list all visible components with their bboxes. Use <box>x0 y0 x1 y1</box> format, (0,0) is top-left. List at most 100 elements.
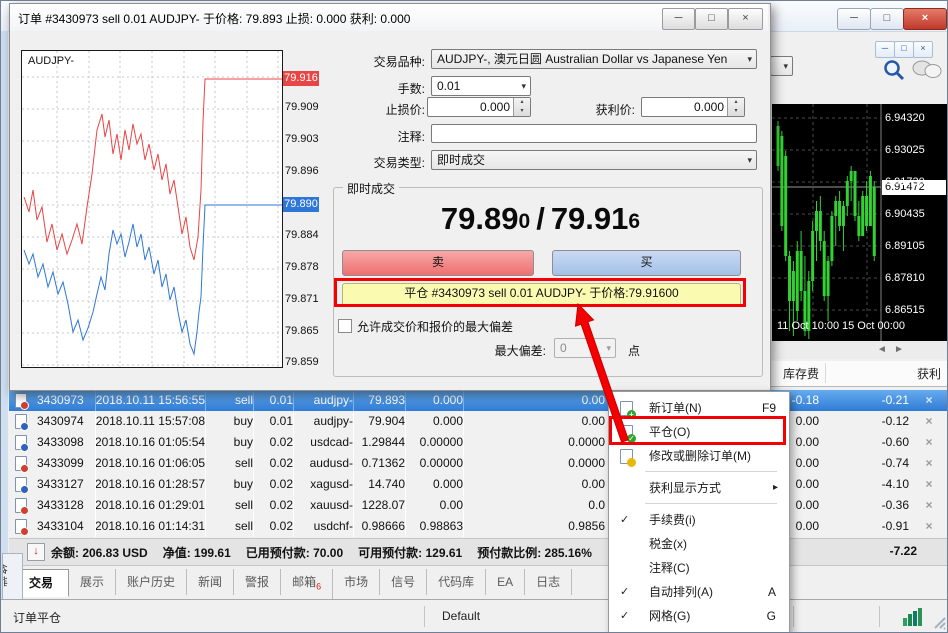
chart-hscrollbar[interactable]: ◄ ► <box>772 341 948 360</box>
close-order-icon[interactable]: × <box>917 414 941 430</box>
spin-down-icon[interactable]: ▾ <box>728 107 744 116</box>
spin-up-icon[interactable]: ▴ <box>514 98 530 107</box>
resize-grip[interactable] <box>933 616 947 632</box>
main-close-button[interactable]: × <box>903 8 947 30</box>
table-row[interactable]: 34331272018.10.16 01:28:57buy0.02xagusd-… <box>9 474 948 495</box>
menu-item-label: 税金(x) <box>649 532 687 556</box>
cell-profit: -0.12 <box>821 414 909 430</box>
table-row[interactable]: 34309742018.10.11 15:57:08buy0.01audjpy-… <box>9 411 948 432</box>
cell-symbol: audjpy- <box>295 393 353 409</box>
tab-警报[interactable]: 警报 <box>234 569 281 595</box>
close-icon: × <box>742 12 748 24</box>
close-order-icon[interactable]: × <box>917 393 941 409</box>
close-order-icon[interactable]: × <box>917 498 941 514</box>
buy-button[interactable]: 买 <box>552 250 741 276</box>
check-icon: ✓ <box>620 580 629 604</box>
comment-input[interactable] <box>431 124 757 143</box>
tab-展示[interactable]: 展示 <box>69 569 116 595</box>
menu-item[interactable]: ✓网格(G)G <box>610 604 788 628</box>
chart-restore-button[interactable]: □ <box>894 41 914 58</box>
deviation-checkbox[interactable] <box>338 319 352 333</box>
axis-tick-label: 79.865 <box>285 325 325 338</box>
cell-sl: 0.00000 <box>407 456 463 472</box>
scroll-right-icon[interactable]: ► <box>894 344 904 355</box>
cell-tp: 0.0000 <box>465 456 605 472</box>
main-minimize-button[interactable]: ─ <box>837 8 871 30</box>
axis-tick-label: 79.884 <box>285 229 325 242</box>
menu-item[interactable]: 获利显示方式▸ <box>610 476 788 500</box>
tab-信号[interactable]: 信号 <box>380 569 427 595</box>
buy-order-icon <box>15 477 27 492</box>
buy-order-icon <box>15 435 27 450</box>
dialog-minimize-button[interactable]: ─ <box>662 8 695 30</box>
close-order-icon[interactable]: × <box>917 519 941 535</box>
tab-新闻[interactable]: 新闻 <box>187 569 234 595</box>
close-order-icon[interactable]: × <box>917 435 941 451</box>
tab-市场[interactable]: 市场 <box>333 569 380 595</box>
terminal-side-tab[interactable]: 终端 <box>2 553 23 601</box>
spin-down-icon[interactable]: ▾ <box>514 107 530 116</box>
tab-日志[interactable]: 日志 <box>525 569 572 595</box>
cell-price: 0.98666 <box>355 519 405 535</box>
close-order-icon[interactable]: × <box>917 456 941 472</box>
dialog-maximize-button[interactable]: □ <box>695 8 728 30</box>
cell-time: 2018.10.16 01:06:05 <box>95 456 205 472</box>
menu-item[interactable]: 税金(x) <box>610 532 788 556</box>
close-order-icon[interactable]: × <box>917 477 941 493</box>
column-header-profit[interactable]: 获利 <box>829 365 941 382</box>
tab-EA[interactable]: EA <box>486 569 525 595</box>
search-icon[interactable] <box>882 58 906 82</box>
ask-quote-pip: 6 <box>628 205 640 239</box>
main-maximize-button[interactable]: □ <box>870 8 904 30</box>
sell-order-icon <box>15 498 27 513</box>
cell-sl: 0.98863 <box>407 519 463 535</box>
ask-quote: 79.91 <box>551 199 629 239</box>
menu-item[interactable]: 注释(C) <box>610 556 788 580</box>
scroll-left-icon[interactable]: ◄ <box>877 344 887 355</box>
table-row[interactable]: 34330992018.10.16 01:06:05sell0.02audusd… <box>9 453 948 474</box>
spin-up-icon[interactable]: ▴ <box>728 98 744 107</box>
cell-time: 2018.10.16 01:14:31 <box>95 519 205 535</box>
mail-count-badge: 6 <box>316 581 321 591</box>
menu-item[interactable]: ✓自动排列(A)A <box>610 580 788 604</box>
cell-sl: 0.00 <box>407 498 463 514</box>
cell-price: 1.29844 <box>355 435 405 451</box>
chat-icon[interactable] <box>910 59 944 83</box>
cell-symbol: audjpy- <box>295 414 353 430</box>
comment-label: 注释: <box>329 128 425 145</box>
table-row[interactable]: 34330982018.10.16 01:05:54buy0.02usdcad-… <box>9 432 948 453</box>
toolbar-combo-fragment[interactable]: ▾ <box>770 56 793 76</box>
chart-minimize-button[interactable]: ─ <box>875 41 895 58</box>
stop-loss-spinner[interactable]: ▴▾ <box>513 98 530 116</box>
table-row[interactable]: 34331042018.10.16 01:14:31sell0.02usdchf… <box>9 516 948 537</box>
ask-price-badge: 79.916 <box>283 71 319 86</box>
cell-sl: 0.00000 <box>407 435 463 451</box>
cell-id: 3433127 <box>37 477 97 493</box>
side-tab-label: 终端 <box>2 564 10 588</box>
stop-loss-label: 止损价: <box>329 101 425 118</box>
menu-shortcut: A <box>768 580 776 604</box>
menu-item[interactable]: 修改或删除订单(M) <box>610 444 788 468</box>
cell-symbol: xagusd- <box>295 477 353 493</box>
menu-item[interactable]: ✓手续费(i) <box>610 508 788 532</box>
sell-button[interactable]: 卖 <box>342 250 534 276</box>
menu-item-label: 获利显示方式 <box>649 476 721 500</box>
tab-代码库[interactable]: 代码库 <box>427 569 486 595</box>
order-type-select[interactable]: 即时成交 ▾ <box>431 150 757 170</box>
table-row[interactable]: 34331282018.10.16 01:29:01sell0.02xauusd… <box>9 495 948 516</box>
stop-loss-field[interactable]: 0.000 ▴▾ <box>427 97 531 117</box>
tab-账户历史[interactable]: 账户历史 <box>116 569 187 595</box>
cell-price: 14.740 <box>355 477 405 493</box>
volume-select[interactable]: 0.01 ▾ <box>431 76 531 96</box>
time-axis-label: 15 Oct 00:00 <box>842 319 905 333</box>
chart-close-button[interactable]: × <box>913 41 933 58</box>
stop-loss-value: 0.000 <box>480 98 510 116</box>
table-row[interactable]: 34309732018.10.11 15:56:55sell0.01audjpy… <box>9 390 948 411</box>
tab-邮箱[interactable]: 邮箱6 <box>281 569 333 599</box>
status-profile-text[interactable]: Default <box>442 609 480 623</box>
time-axis-label: 11 Oct 10:00 <box>777 319 839 333</box>
symbol-select[interactable]: AUDJPY-, 澳元日圆 Australian Dollar vs Japan… <box>431 49 757 69</box>
take-profit-field[interactable]: 0.000 ▴▾ <box>641 97 745 117</box>
dialog-close-button[interactable]: × <box>728 8 763 30</box>
take-profit-spinner[interactable]: ▴▾ <box>727 98 744 116</box>
